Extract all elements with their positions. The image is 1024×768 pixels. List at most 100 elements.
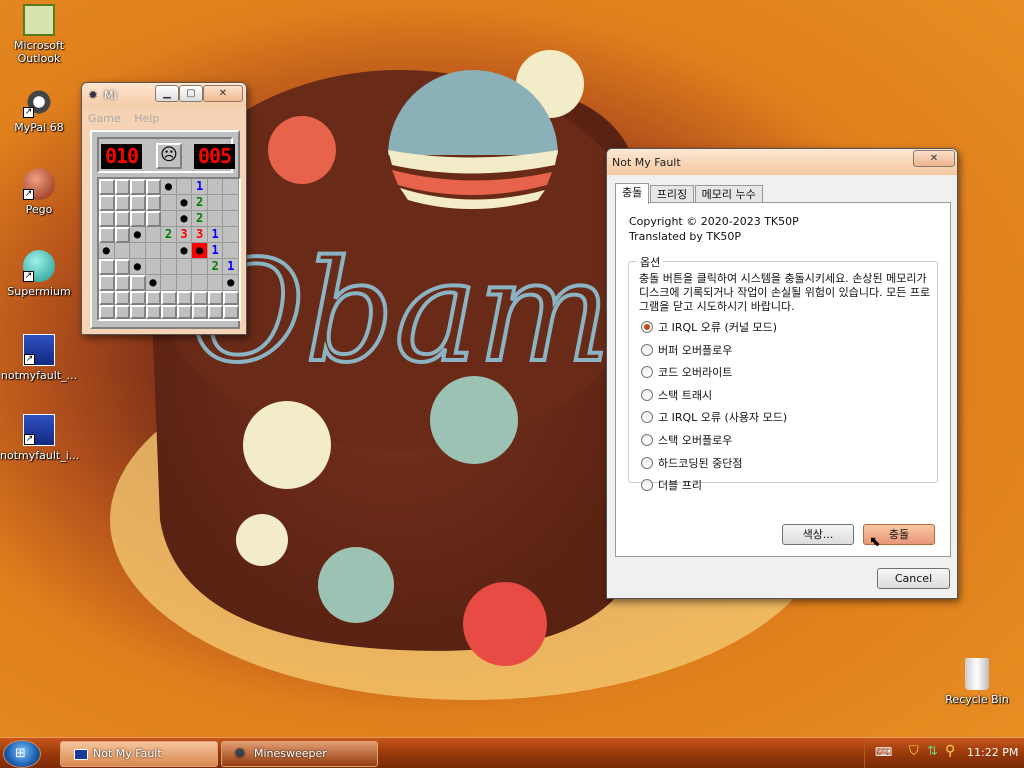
grid-cell[interactable] (192, 305, 208, 319)
radio-circle-icon[interactable] (641, 411, 653, 424)
grid-cell[interactable] (99, 275, 115, 291)
grid-cell[interactable] (145, 195, 162, 211)
grid-cell[interactable] (145, 227, 162, 243)
grid-cell[interactable] (207, 179, 224, 195)
grid-cell[interactable] (145, 259, 162, 275)
face-button[interactable]: ☹ (156, 143, 182, 169)
grid-cell[interactable] (114, 291, 131, 305)
grid-cell[interactable] (130, 179, 146, 195)
mine-icon[interactable]: ● (161, 179, 177, 195)
shield-icon[interactable]: ⛉ (909, 744, 919, 759)
grid-cell[interactable] (223, 195, 239, 211)
grid-cell[interactable] (130, 291, 146, 305)
grid-cell[interactable] (130, 195, 146, 211)
grid-cell[interactable] (223, 291, 239, 305)
grid-cell[interactable] (223, 305, 239, 319)
grid-cell[interactable] (145, 291, 162, 305)
grid-cell[interactable] (145, 305, 162, 319)
grid-cell[interactable] (223, 243, 239, 259)
grid-cell[interactable] (176, 291, 193, 305)
number-cell[interactable]: 3 (176, 227, 193, 243)
minimize-button[interactable]: ▁ (155, 85, 179, 102)
grid-cell[interactable] (114, 179, 131, 195)
mine-icon[interactable]: ● (130, 227, 146, 243)
grid-cell[interactable] (161, 195, 177, 211)
grid-cell[interactable] (207, 305, 224, 319)
grid-cell[interactable] (207, 211, 224, 227)
option-radio[interactable]: 고 IRQL 오류 (커널 모드) (641, 319, 777, 335)
desktop-icon-pego[interactable]: ↗ Pego (0, 168, 78, 216)
option-radio[interactable]: 스택 트래시 (641, 387, 712, 403)
network-icon[interactable]: ⇅ (927, 744, 938, 759)
number-cell[interactable]: 2 (207, 259, 224, 275)
option-radio[interactable]: 버퍼 오버플로우 (641, 342, 732, 358)
option-radio[interactable]: 하드코딩된 중단점 (641, 455, 742, 471)
mine-icon[interactable]: ● (145, 275, 162, 291)
grid-cell[interactable] (99, 227, 115, 243)
mine-icon[interactable]: ● (176, 211, 193, 227)
desktop-icon-notmyfault-1[interactable]: ↗ notmyfault_... (0, 334, 78, 382)
grid-cell[interactable] (161, 243, 177, 259)
grid-cell[interactable] (114, 259, 131, 275)
desktop-icon-outlook[interactable]: Microsoft Outlook (0, 4, 78, 65)
desktop-icon-supermium[interactable]: ↗ Supermium (0, 250, 78, 298)
grid-cell[interactable] (223, 227, 239, 243)
grid-cell[interactable] (114, 305, 131, 319)
grid-cell[interactable] (161, 259, 177, 275)
taskbar-item-notmyfault[interactable]: Not My Fault (60, 741, 218, 767)
grid-cell[interactable] (192, 291, 208, 305)
grid-cell[interactable] (192, 259, 208, 275)
grid-cell[interactable] (99, 211, 115, 227)
grid-cell[interactable] (161, 305, 177, 319)
grid-cell[interactable] (114, 211, 131, 227)
keyboard-icon[interactable]: ⌨ (875, 745, 892, 759)
number-cell[interactable]: 2 (192, 195, 208, 211)
title-bar[interactable]: Not My Fault ✕ (607, 149, 957, 175)
number-cell[interactable]: 3 (192, 227, 208, 243)
grid-cell[interactable] (176, 259, 193, 275)
number-cell[interactable]: 1 (192, 179, 208, 195)
mine-icon[interactable]: ● (176, 195, 193, 211)
radio-circle-icon[interactable] (641, 456, 653, 469)
grid-cell[interactable] (145, 243, 162, 259)
close-button[interactable]: ✕ (203, 85, 243, 102)
desktop-icon-recycle-bin[interactable]: Recycle Bin (938, 658, 1016, 706)
grid-cell[interactable] (161, 211, 177, 227)
mine-icon[interactable]: ● (176, 243, 193, 259)
number-cell[interactable]: 1 (223, 259, 239, 275)
radio-circle-icon[interactable] (641, 343, 653, 356)
option-radio[interactable]: 스택 오버플로우 (641, 432, 732, 448)
grid-cell[interactable] (161, 291, 177, 305)
grid-cell[interactable] (130, 243, 146, 259)
grid-cell[interactable] (130, 305, 146, 319)
grid-cell[interactable] (99, 305, 115, 319)
grid-cell[interactable] (114, 275, 131, 291)
close-button[interactable]: ✕ (913, 150, 955, 167)
start-button[interactable]: ⊞ (3, 740, 41, 768)
mine-icon[interactable]: ● (223, 275, 239, 291)
grid-cell[interactable] (176, 179, 193, 195)
grid-cell[interactable] (176, 305, 193, 319)
menu-help[interactable]: Help (134, 112, 159, 125)
radio-circle-icon[interactable] (641, 366, 653, 379)
maximize-button[interactable]: ▢ (179, 85, 203, 102)
cancel-button[interactable]: Cancel (877, 568, 950, 589)
grid-cell[interactable] (114, 243, 131, 259)
mine-icon[interactable]: ● (99, 243, 115, 259)
grid-cell[interactable] (192, 275, 208, 291)
option-radio[interactable]: 더블 프리 (641, 477, 702, 493)
grid-cell[interactable] (99, 259, 115, 275)
grid-cell[interactable] (223, 211, 239, 227)
color-button[interactable]: 색상... (782, 524, 854, 545)
search-icon[interactable]: ⚲ (945, 743, 955, 759)
number-cell[interactable]: 1 (207, 243, 224, 259)
grid-cell[interactable] (114, 195, 131, 211)
grid-cell[interactable] (161, 275, 177, 291)
radio-circle-icon[interactable] (641, 479, 653, 492)
grid-cell[interactable] (207, 275, 224, 291)
mine-icon[interactable]: ● (130, 259, 146, 275)
desktop-icon-notmyfault-2[interactable]: ↗ notmyfault_i... (0, 414, 79, 462)
grid-cell[interactable] (99, 195, 115, 211)
grid-cell[interactable] (130, 211, 146, 227)
number-cell[interactable]: 1 (207, 227, 224, 243)
